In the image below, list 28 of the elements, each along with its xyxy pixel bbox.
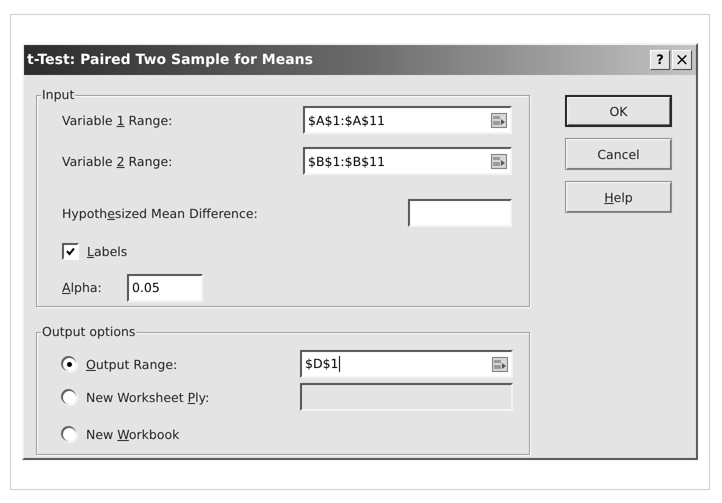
checkbox-label: Labels xyxy=(87,244,128,258)
range-field[interactable]: $A$1:$A$11 xyxy=(303,106,512,134)
radio-label: Output Range: xyxy=(86,356,178,372)
dialog-button[interactable]: OK xyxy=(565,95,672,127)
field-label: Variable 1 Range: xyxy=(62,112,174,128)
radio-button[interactable] xyxy=(63,428,76,440)
input-field[interactable] xyxy=(408,199,512,227)
range-field[interactable]: $B$1:$B$11 xyxy=(303,147,512,175)
radio-label: New Workbook xyxy=(86,426,180,442)
radio-button[interactable] xyxy=(63,358,76,370)
help-button[interactable]: ? xyxy=(650,50,670,70)
dialog-button[interactable]: Help xyxy=(565,181,672,213)
field-label: Hypothesized Mean Difference: xyxy=(62,206,259,220)
close-button[interactable]: × xyxy=(672,50,692,70)
radio-label: New Worksheet Ply: xyxy=(86,390,210,404)
range-picker-icon[interactable] xyxy=(491,154,507,168)
field-label: Variable 2 Range: xyxy=(62,154,174,168)
checkbox[interactable] xyxy=(62,242,79,260)
alpha-field[interactable]: 0.05 xyxy=(127,274,203,302)
group-legend: Output options xyxy=(41,324,136,339)
window-title: t-Test: Paired Two Sample for Means xyxy=(27,52,313,68)
range-picker-icon[interactable] xyxy=(492,356,508,372)
group-legend: Input xyxy=(41,87,76,102)
dialog-button[interactable]: Cancel xyxy=(565,138,672,170)
field-label: Alpha: xyxy=(62,280,103,295)
range-picker-icon[interactable] xyxy=(491,112,507,128)
range-field[interactable]: $D$1 xyxy=(300,350,513,378)
check-icon xyxy=(66,246,75,256)
